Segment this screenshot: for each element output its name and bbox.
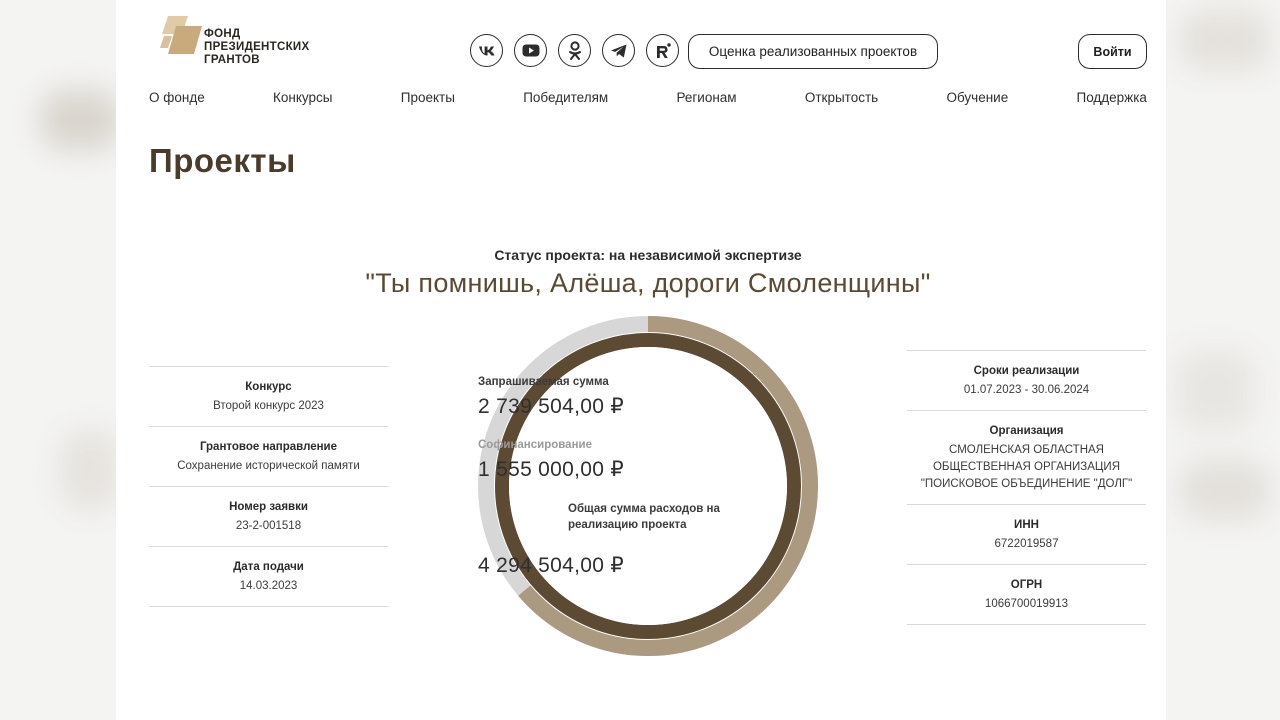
nav-item-contests[interactable]: Конкурсы	[273, 90, 332, 105]
rutube-button[interactable]	[646, 34, 679, 67]
info-value: СМОЛЕНСКАЯ ОБЛАСТНАЯ ОБЩЕСТВЕННАЯ ОРГАНИ…	[920, 444, 1133, 490]
info-value: 23-2-001518	[235, 520, 302, 532]
social-links	[470, 34, 679, 67]
logo-line: ФОНД	[204, 28, 241, 40]
info-cell-submission-date: Дата подачи 14.03.2023	[149, 546, 388, 607]
nav-item-projects[interactable]: Проекты	[401, 90, 455, 105]
info-value: 1066700019913	[984, 598, 1069, 610]
info-value: 14.03.2023	[239, 580, 298, 592]
rutube-icon	[656, 42, 671, 58]
odnoklassniki-button[interactable]	[558, 34, 591, 67]
requested-amount-label: Запрашиваемая сумма	[478, 376, 609, 388]
nav-item-education[interactable]: Обучение	[946, 90, 1008, 105]
info-cell-grant-direction: Грантовое направление Сохранение историч…	[149, 426, 388, 486]
ring-center	[509, 347, 787, 625]
main-nav: О фонде Конкурсы Проекты Победителям Рег…	[149, 90, 1147, 105]
info-value: 01.07.2023 - 30.06.2024	[963, 384, 1090, 396]
logo-text: ФОНД ПРЕЗИДЕНТСКИХ ГРАНТОВ	[204, 28, 309, 67]
cofinancing-value: 1 555 000,00 ₽	[478, 458, 625, 481]
youtube-icon	[522, 44, 539, 57]
total-expenses-value: 4 294 504,00 ₽	[478, 554, 625, 577]
nav-item-openness[interactable]: Открытость	[805, 90, 878, 105]
project-title: "Ты помнишь, Алёша, дороги Смоленщины"	[365, 268, 931, 298]
nav-item-winners[interactable]: Победителям	[523, 90, 608, 105]
info-cell-organization: Организация СМОЛЕНСКАЯ ОБЛАСТНАЯ ОБЩЕСТВ…	[907, 410, 1146, 504]
cofinancing-label: Софинансирование	[478, 439, 592, 451]
info-label: Номер заявки	[229, 501, 308, 513]
info-label: Грантовое направление	[199, 441, 338, 453]
page-container: ФОНД ПРЕЗИДЕНТСКИХ ГРАНТОВ Оценка реализ…	[116, 0, 1166, 720]
total-expenses-label: Общая сумма расходов на реализацию проек…	[568, 503, 720, 531]
info-label: ИНН	[1014, 519, 1039, 531]
info-label: Дата подачи	[233, 561, 304, 573]
info-cell-ogrn: ОГРН 1066700019913	[907, 564, 1146, 625]
vk-icon	[478, 46, 495, 55]
info-label: Организация	[989, 425, 1064, 437]
info-value: 6722019587	[994, 538, 1059, 550]
info-cell-contest: Конкурс Второй конкурс 2023	[149, 366, 388, 426]
rating-projects-button[interactable]: Оценка реализованных проектов	[688, 34, 938, 69]
info-label: Конкурс	[245, 381, 292, 393]
youtube-button[interactable]	[514, 34, 547, 67]
login-button[interactable]: Войти	[1078, 34, 1147, 69]
page-title: Проекты	[149, 142, 296, 179]
budget-ring-chart	[478, 316, 818, 656]
info-label: Сроки реализации	[973, 365, 1080, 377]
nav-item-about[interactable]: О фонде	[149, 90, 205, 105]
project-status: Статус проекта: на независимой экспертиз…	[494, 247, 802, 263]
nav-item-regions[interactable]: Регионам	[676, 90, 736, 105]
info-value: Второй конкурс 2023	[213, 400, 324, 412]
info-cell-application-number: Номер заявки 23-2-001518	[149, 486, 388, 546]
fund-logo[interactable]: ФОНД ПРЕЗИДЕНТСКИХ ГРАНТОВ	[158, 14, 328, 72]
info-cell-period: Сроки реализации 01.07.2023 - 30.06.2024	[907, 350, 1146, 410]
logo-line: ПРЕЗИДЕНТСКИХ	[204, 41, 310, 53]
vk-button[interactable]	[470, 34, 503, 67]
logo-mark-icon	[160, 16, 202, 54]
project-details-right: Сроки реализации 01.07.2023 - 30.06.2024…	[907, 350, 1146, 625]
odnoklassniki-icon	[568, 40, 581, 60]
info-value: Сохранение исторической памяти	[177, 460, 360, 472]
telegram-button[interactable]	[602, 34, 635, 67]
project-details-left: Конкурс Второй конкурс 2023 Грантовое на…	[149, 366, 388, 607]
telegram-icon	[610, 44, 626, 57]
info-label: ОГРН	[1010, 579, 1043, 591]
logo-line: ГРАНТОВ	[204, 54, 260, 66]
nav-item-support[interactable]: Поддержка	[1076, 90, 1146, 105]
info-cell-inn: ИНН 6722019587	[907, 504, 1146, 564]
requested-amount-value: 2 739 504,00 ₽	[478, 395, 625, 418]
budget-ring: Запрашиваемая сумма 2 739 504,00 ₽ Софин…	[478, 316, 818, 656]
